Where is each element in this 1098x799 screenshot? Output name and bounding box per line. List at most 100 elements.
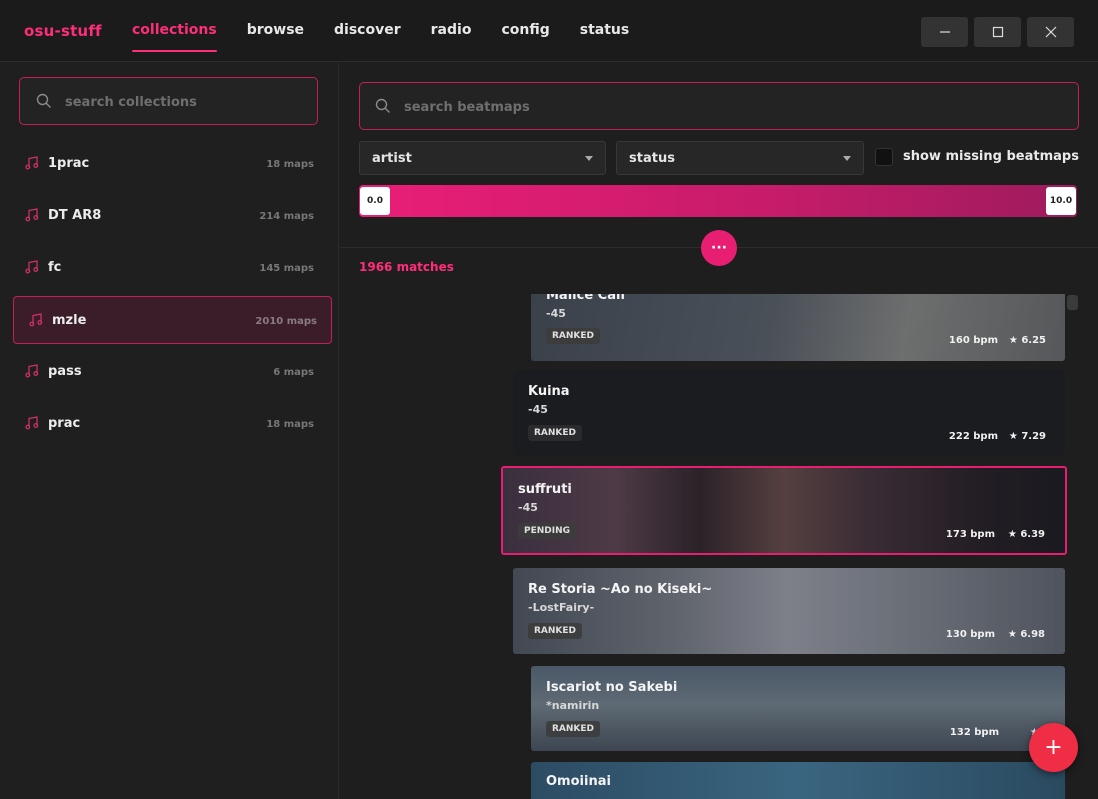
music-note-icon: [25, 364, 39, 378]
beatmap-search-box: [359, 82, 1079, 130]
beatmap-stars: ★ 6.25: [1008, 335, 1046, 346]
beatmap-list: Malice Call -45 RANKED 160 bpm ★ 6.25 Ku…: [340, 294, 1098, 799]
scrollbar-thumb[interactable]: [1067, 295, 1078, 310]
collection-name: DT AR8: [48, 208, 102, 223]
beatmap-title: suffruti: [518, 482, 572, 497]
collection-item[interactable]: fc 145 maps: [13, 244, 332, 292]
beatmap-title: Re Storia ~Ao no Kiseki~: [528, 582, 713, 597]
collection-name: pass: [48, 364, 82, 379]
match-count: 1966 matches: [359, 260, 454, 274]
music-note-icon: [25, 260, 39, 274]
beatmap-background: [503, 468, 1065, 553]
collection-count: 18 maps: [266, 159, 314, 170]
music-note-icon: [25, 156, 39, 170]
search-icon: [375, 98, 390, 113]
collection-search-box: [19, 77, 318, 125]
music-note-icon: [25, 416, 39, 430]
beatmap-card-selected[interactable]: suffruti -45 PENDING 173 bpm ★ 6.39: [501, 466, 1067, 555]
beatmap-stars: ★ 6.39: [1007, 529, 1045, 540]
minimize-icon: [939, 31, 950, 33]
beatmap-artist: *namirin: [546, 699, 600, 712]
show-missing-label: show missing beatmaps: [903, 149, 1079, 164]
nav-status[interactable]: status: [580, 22, 629, 38]
collection-search-input[interactable]: [65, 90, 305, 114]
beatmap-background: [531, 762, 1065, 799]
beatmap-search-input[interactable]: [404, 95, 1054, 119]
nav-collections[interactable]: collections: [132, 22, 217, 52]
beatmap-title: Omoiinai: [546, 774, 611, 789]
beatmap-card[interactable]: Kuina -45 RANKED 222 bpm ★ 7.29: [513, 370, 1065, 455]
range-min-handle[interactable]: 0.0: [360, 187, 390, 215]
search-icon: [36, 93, 51, 108]
beatmap-artist: -45: [528, 403, 548, 416]
beatmap-stars: ★ 6.98: [1007, 629, 1045, 640]
beatmap-card[interactable]: Omoiinai: [531, 762, 1065, 799]
artist-select[interactable]: artist: [359, 141, 606, 175]
collections-sidebar: 1prac 18 maps DT AR8 214 maps fc 145 map…: [0, 62, 339, 799]
app-brand: osu-stuff: [24, 22, 102, 40]
main-nav: collections browse discover radio config…: [132, 22, 659, 52]
status-badge: RANKED: [528, 623, 583, 639]
artist-select-value: artist: [372, 151, 412, 166]
collection-item[interactable]: prac 18 maps: [13, 400, 332, 448]
beatmap-artist: -LostFairy-: [528, 601, 595, 614]
collection-name: prac: [48, 416, 81, 431]
beatmap-title: Iscariot no Sakebi: [546, 680, 678, 695]
chevron-down-icon: [843, 156, 851, 161]
beatmap-panel: artist status show missing beatmaps 0.0 …: [340, 62, 1098, 799]
chevron-down-icon: [585, 156, 593, 161]
collection-item[interactable]: 1prac 18 maps: [13, 140, 332, 188]
status-badge: RANKED: [528, 425, 583, 441]
music-note-icon: [25, 208, 39, 222]
more-options-button[interactable]: ···: [701, 230, 737, 266]
beatmap-bpm: 222 bpm: [948, 431, 998, 442]
status-badge: RANKED: [546, 721, 601, 737]
beatmap-title: Malice Call: [546, 294, 625, 303]
status-select[interactable]: status: [616, 141, 864, 175]
beatmap-artist: -45: [518, 501, 538, 514]
beatmap-background: [513, 370, 1065, 455]
collection-name: mzle: [52, 313, 87, 328]
beatmap-card[interactable]: Re Storia ~Ao no Kiseki~ -LostFairy- RAN…: [513, 568, 1065, 654]
maximize-icon: [992, 26, 1003, 38]
maximize-button[interactable]: [974, 17, 1021, 47]
beatmap-card[interactable]: Malice Call -45 RANKED 160 bpm ★ 6.25: [531, 294, 1065, 361]
beatmap-background: [531, 666, 1065, 751]
close-button[interactable]: [1027, 17, 1074, 47]
beatmap-bpm: 160 bpm: [948, 335, 998, 346]
star-range-slider[interactable]: 0.0 10.0: [359, 185, 1077, 217]
collection-count: 2010 maps: [255, 316, 317, 327]
beatmap-bpm: 132 bpm: [949, 727, 999, 738]
nav-browse[interactable]: browse: [247, 22, 304, 38]
beatmap-bpm: 130 bpm: [945, 629, 995, 640]
beatmap-artist: -45: [546, 307, 566, 320]
collection-count: 214 maps: [259, 211, 314, 222]
status-badge: PENDING: [518, 523, 577, 539]
top-bar: osu-stuff collections browse discover ra…: [0, 0, 1098, 62]
music-note-icon: [29, 313, 43, 327]
collection-count: 6 maps: [273, 367, 314, 378]
range-max-handle[interactable]: 10.0: [1046, 187, 1076, 215]
collection-name: 1prac: [48, 156, 90, 171]
beatmap-stars: ★ 7.29: [1008, 431, 1046, 442]
add-button[interactable]: +: [1029, 723, 1078, 772]
show-missing-checkbox[interactable]: [875, 148, 893, 166]
window-controls: [915, 17, 1074, 47]
collection-item[interactable]: pass 6 maps: [13, 348, 332, 396]
close-icon: [1045, 26, 1056, 38]
collection-count: 145 maps: [259, 263, 314, 274]
beatmap-title: Kuina: [528, 384, 570, 399]
beatmap-background: [531, 294, 1065, 361]
status-select-value: status: [629, 151, 675, 166]
nav-config[interactable]: config: [501, 22, 549, 38]
collection-item[interactable]: DT AR8 214 maps: [13, 192, 332, 240]
beatmap-bpm: 173 bpm: [945, 529, 995, 540]
minimize-button[interactable]: [921, 17, 968, 47]
beatmap-card[interactable]: Iscariot no Sakebi *namirin RANKED 132 b…: [531, 666, 1065, 751]
nav-discover[interactable]: discover: [334, 22, 401, 38]
beatmap-background-shade: [513, 568, 1065, 654]
nav-radio[interactable]: radio: [431, 22, 472, 38]
collection-item-selected[interactable]: mzle 2010 maps: [13, 296, 332, 344]
collection-count: 18 maps: [266, 419, 314, 430]
collection-name: fc: [48, 260, 62, 275]
